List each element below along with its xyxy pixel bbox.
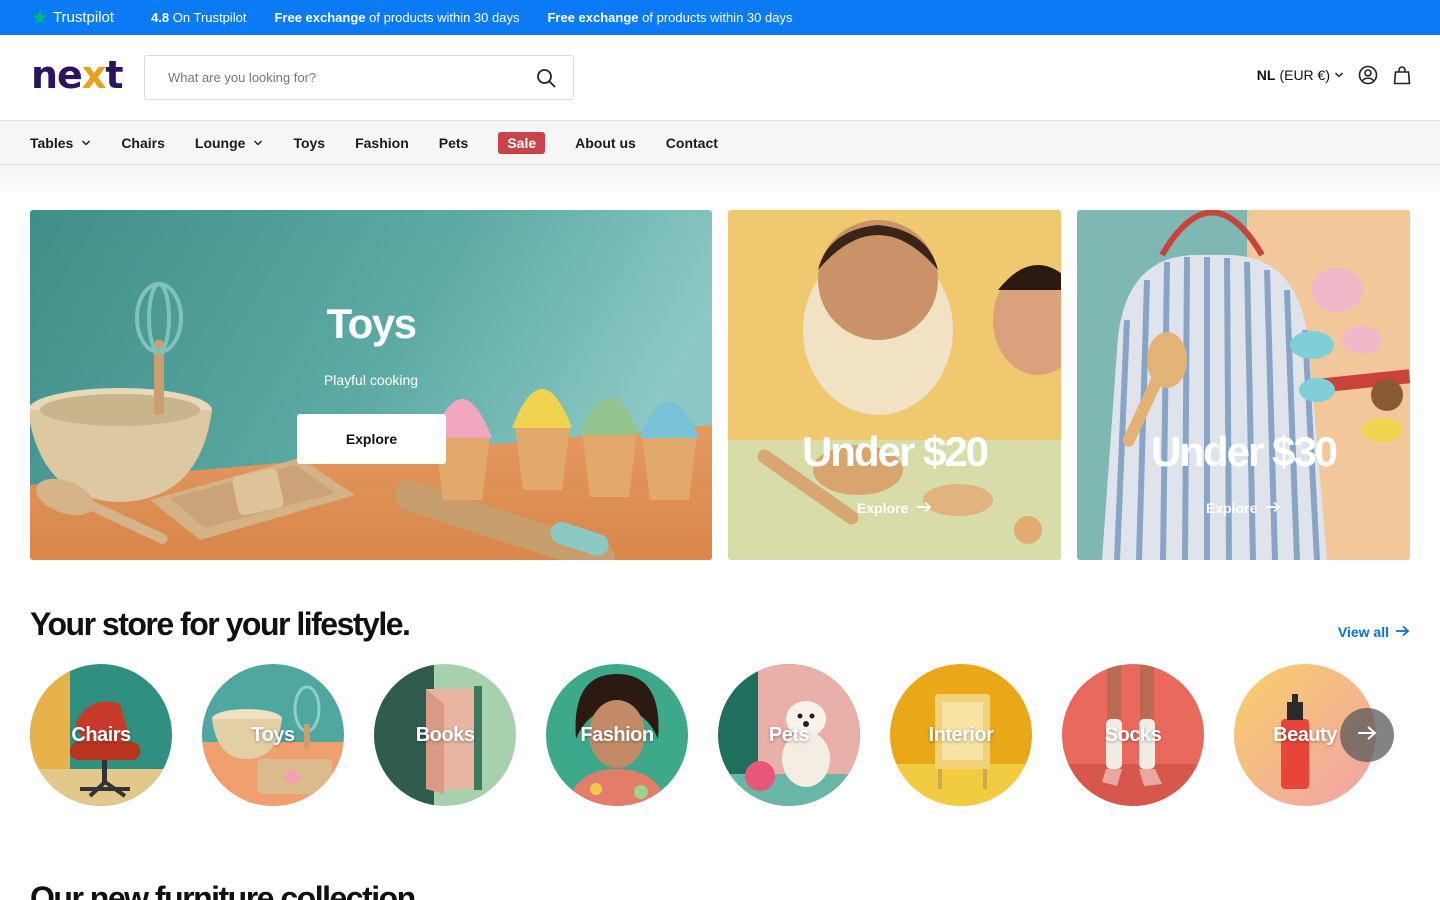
category-interior[interactable]: Interior [890,664,1032,806]
nav-label: Chairs [121,134,165,151]
nav-label: Tables [30,134,74,151]
arrow-right-icon [1265,500,1281,516]
nav-item-sale[interactable]: Sale [498,131,546,154]
category-label: Fashion [580,723,654,746]
main-nav: Tables Chairs Lounge Toys Fashion Pets S… [0,120,1440,165]
category-carousel: Chairs Toys Books Fashion Pets Interior … [30,664,1376,806]
category-label: Toys [251,723,295,746]
chevron-down-icon [253,135,263,151]
arrow-right-icon [1356,725,1378,746]
promo-bold: Free exchange [547,10,639,25]
nav-item-fashion[interactable]: Fashion [355,135,409,151]
category-label: Beauty [1273,723,1337,746]
nav-label: Pets [438,134,469,151]
nav-item-chairs[interactable]: Chairs [121,135,165,151]
nav-label: Toys [293,134,326,151]
view-all-link[interactable]: View all [1338,624,1410,640]
category-label: Books [415,723,475,746]
account-icon[interactable] [1358,65,1378,85]
category-fashion[interactable]: Fashion [546,664,688,806]
trustpilot-logo[interactable]: ★ Trustpilot [31,8,114,28]
nav-label: Contact [665,134,718,151]
category-pets[interactable]: Pets [718,664,860,806]
chevron-down-icon [1334,67,1344,83]
hero-subtitle: Playful cooking [323,372,419,388]
search-input[interactable] [168,70,535,85]
section-title: Your store for your lifestyle. [30,606,411,642]
nav-label: Fashion [355,134,409,151]
hero-price-title: Under $20 [801,428,989,475]
bag-icon[interactable] [1392,65,1412,85]
category-label: Chairs [71,723,131,746]
chevron-down-icon [81,135,91,151]
category-label: Interior [928,723,994,746]
promo-bold: Free exchange [274,10,366,25]
logo-part: ne [31,53,83,97]
search-icon[interactable] [535,67,557,89]
category-toys[interactable]: Toys [202,664,344,806]
under-20-banner[interactable]: Under $20 Explore [728,210,1061,560]
nav-item-lounge[interactable]: Lounge [195,135,264,151]
promo-bar: ★ Trustpilot 4.8 On Trustpilot Free exch… [0,0,1440,35]
promo-rest: of products within 30 days [642,10,793,25]
explore-link[interactable]: Explore [857,500,932,516]
explore-link-label: Explore [857,500,909,516]
nav-label: About us [575,134,636,151]
category-chairs[interactable]: Chairs [30,664,172,806]
rating-suffix: On Trustpilot [172,10,247,25]
logo-part: t [105,53,123,97]
promo-text: Free exchange of products within 30 days [274,10,519,25]
category-label: Socks [1104,723,1162,746]
search-box [144,55,574,100]
site-logo[interactable]: next [31,53,124,97]
promo-text: Free exchange of products within 30 days [547,10,792,25]
site-header: next NL (EUR €) [0,35,1440,121]
category-socks[interactable]: Socks [1062,664,1204,806]
rating-value: 4.8 [151,10,170,25]
nav-item-about-us[interactable]: About us [575,135,636,151]
category-books[interactable]: Books [374,664,516,806]
trustpilot-label: Trustpilot [52,9,115,26]
view-all-label: View all [1337,624,1389,640]
locale-code: NL [1256,67,1276,83]
category-label: Pets [768,723,810,746]
nav-label: Sale [507,134,537,151]
locale-selector[interactable]: NL (EUR €) [1257,67,1344,83]
carousel-next-button[interactable] [1340,708,1394,762]
nav-item-contact[interactable]: Contact [666,135,718,151]
star-icon: ★ [31,6,49,29]
arrow-right-icon [1395,624,1410,640]
nav-item-toys[interactable]: Toys [293,135,325,151]
logo-x: x [81,53,106,97]
header-actions: NL (EUR €) [1257,65,1412,85]
explore-button[interactable]: Explore [297,414,446,464]
hero-toys-banner[interactable]: Toys Playful cooking Explore [30,210,712,560]
explore-link-label: Explore [1206,500,1258,516]
promo-rest: of products within 30 days [369,10,520,25]
under-30-banner[interactable]: Under $30 Explore [1077,210,1410,560]
nav-label: Lounge [194,134,246,151]
arrow-right-icon [916,500,932,516]
rating-text: 4.8 On Trustpilot [151,10,246,25]
explore-link[interactable]: Explore [1206,500,1281,516]
locale-currency: (EUR €) [1279,67,1330,83]
nav-item-tables[interactable]: Tables [30,135,91,151]
section-title-furniture: Our new furniture collection [30,880,416,900]
hero-title: Toys [326,300,417,347]
hero-price-title: Under $30 [1150,428,1338,475]
nav-item-pets[interactable]: Pets [439,135,469,151]
nav-shadow [0,165,1440,195]
